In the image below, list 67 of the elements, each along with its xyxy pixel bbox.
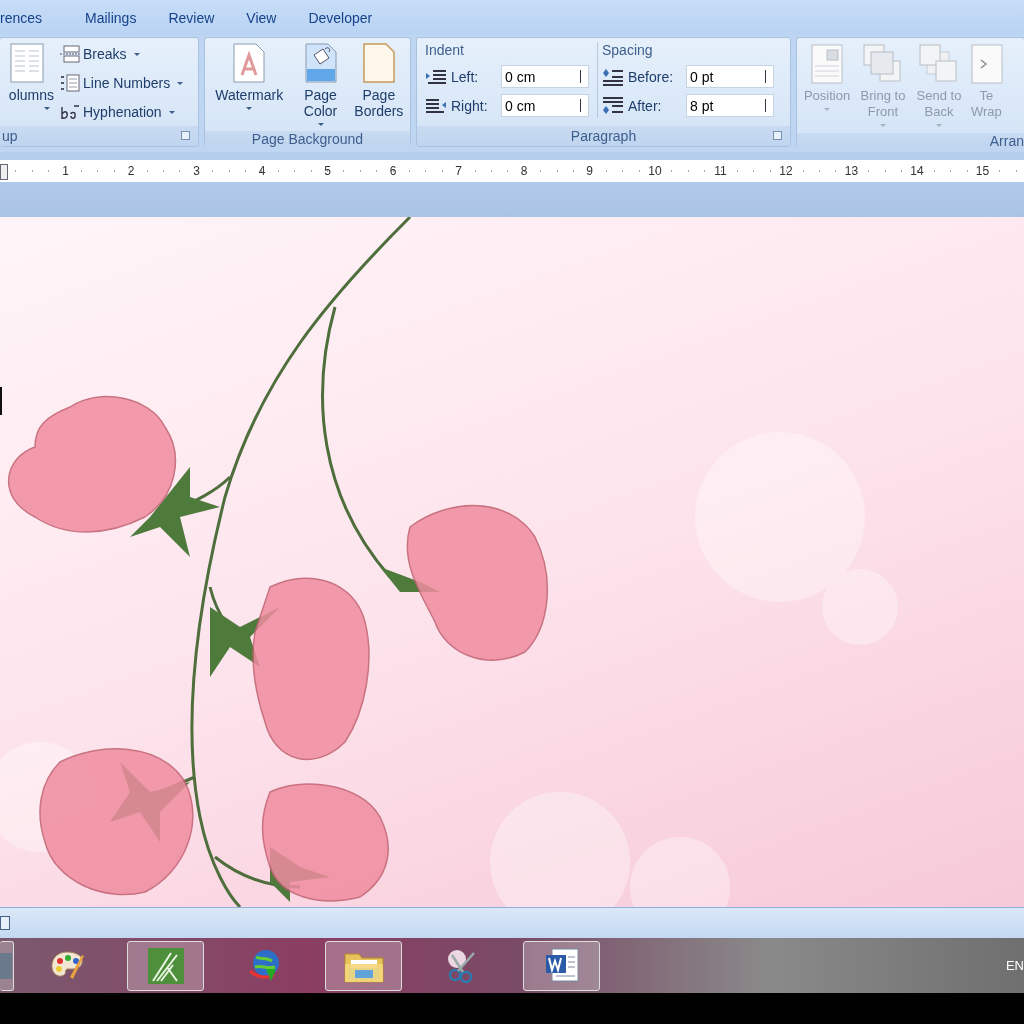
ribbon-button[interactable]: olumns bbox=[4, 42, 54, 115]
taskbar-button[interactable] bbox=[325, 940, 402, 991]
ruler-number: 13 bbox=[843, 164, 860, 178]
page-icon bbox=[362, 43, 395, 83]
ruler-number: 7 bbox=[454, 164, 463, 178]
field-label: Before: bbox=[628, 68, 675, 85]
text-wrap-icon bbox=[971, 44, 1003, 84]
ribbon-button[interactable]: Page Color bbox=[293, 42, 348, 131]
stacked-squares-icon bbox=[919, 44, 959, 84]
taskbar-button[interactable] bbox=[127, 940, 204, 991]
ribbon-button[interactable]: Page Borders bbox=[351, 42, 406, 120]
group-label: Arran bbox=[989, 133, 1024, 149]
stacked-squares-icon bbox=[863, 44, 903, 84]
indent-marker-icon[interactable] bbox=[0, 164, 8, 180]
position-icon bbox=[811, 44, 843, 84]
group-label: Page Background bbox=[251, 131, 364, 147]
ruler-number: 8 bbox=[519, 164, 529, 178]
spin-field[interactable]: 0 cm bbox=[501, 94, 589, 117]
group-label: Paragraph bbox=[570, 128, 637, 144]
spacing-before-icon bbox=[602, 67, 624, 86]
ribbon-tab[interactable]: Review bbox=[168, 9, 236, 26]
line-numbers-icon bbox=[60, 74, 80, 92]
dialog-launcher-icon[interactable] bbox=[181, 131, 190, 140]
dialog-launcher-icon[interactable] bbox=[773, 131, 782, 140]
field-label: After: bbox=[628, 97, 663, 114]
spin-field[interactable]: 0 pt bbox=[686, 65, 774, 88]
pen-nib-icon bbox=[146, 946, 185, 985]
ribbon-button[interactable]: Watermark bbox=[209, 42, 290, 115]
ribbon-tab[interactable]: rences bbox=[0, 9, 64, 26]
ruler-number: 1 bbox=[61, 164, 70, 178]
ribbon-tab[interactable]: Developer bbox=[308, 9, 394, 26]
taskbar-button[interactable] bbox=[0, 940, 14, 991]
ruler-number: 3 bbox=[192, 164, 201, 178]
watermark-icon bbox=[233, 43, 266, 83]
ribbon-button[interactable]: Breaks bbox=[58, 42, 190, 66]
spin-field[interactable]: 8 pt bbox=[686, 94, 774, 117]
spacing-after-icon bbox=[602, 96, 624, 115]
hyphenation-icon bbox=[60, 103, 80, 121]
ruler-number: 9 bbox=[585, 164, 594, 178]
language-indicator[interactable]: EN bbox=[1005, 958, 1024, 973]
ruler-number: 6 bbox=[388, 164, 398, 178]
view-icon[interactable] bbox=[0, 916, 10, 930]
ribbon-button[interactable]: Line Numbers bbox=[58, 71, 190, 95]
paint-bucket-page-icon bbox=[304, 43, 337, 83]
indent-right-icon bbox=[425, 97, 447, 114]
ribbon-tab[interactable]: View bbox=[246, 9, 298, 26]
columns-icon bbox=[10, 43, 44, 83]
field-label: Left: bbox=[451, 68, 480, 85]
ribbon-button[interactable]: Hyphenation bbox=[58, 100, 190, 124]
ruler-number: 10 bbox=[647, 164, 663, 178]
ribbon-tab[interactable]: Mailings bbox=[85, 9, 158, 26]
ruler-number: 12 bbox=[778, 164, 794, 178]
ruler-number: 14 bbox=[909, 164, 925, 178]
ruler-number: 11 bbox=[713, 164, 728, 178]
document-icon bbox=[543, 946, 580, 985]
ruler-number: 5 bbox=[323, 164, 332, 178]
spin-field[interactable]: 0 cm bbox=[501, 65, 589, 88]
ruler-number: 15 bbox=[974, 164, 991, 178]
ruler-number: 4 bbox=[257, 164, 267, 178]
group-label: up bbox=[2, 128, 18, 144]
page-break-icon bbox=[60, 45, 80, 63]
section-title: Indent bbox=[425, 42, 465, 60]
indent-left-icon bbox=[425, 68, 447, 85]
field-label: Right: bbox=[451, 97, 489, 114]
section-title: Spacing bbox=[602, 42, 654, 60]
taskbar-button[interactable] bbox=[523, 940, 600, 991]
ruler-number: 2 bbox=[126, 164, 136, 178]
